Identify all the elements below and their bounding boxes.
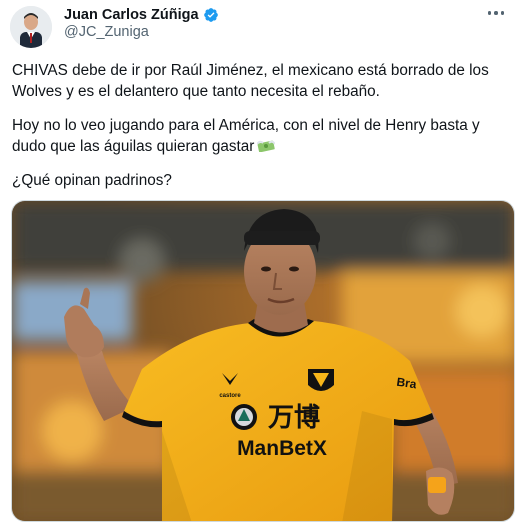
verified-badge-icon — [203, 8, 218, 22]
author-handle[interactable]: @JC_Zuniga — [64, 24, 149, 40]
tweet-media-photo[interactable]: castore 万博 ManBetX Bra — [11, 200, 515, 522]
money-with-wings-emoji — [257, 140, 276, 152]
sponsor-cn-label: 万博 — [268, 403, 320, 433]
author-avatar[interactable] — [10, 6, 52, 48]
tweet-paragraph-3: ¿Qué opinan padrinos? — [12, 172, 172, 189]
author-name-row: Juan Carlos Zúñiga — [64, 6, 219, 24]
sponsor-main-label: ManBetX — [237, 437, 327, 460]
more-options-icon[interactable] — [484, 4, 508, 22]
avatar-image — [10, 6, 52, 48]
tweet-line: Hoy no lo veo jugando para el América, c… — [12, 117, 480, 134]
tweet-paragraph-2: Hoy no lo veo jugando para el América, c… — [12, 115, 512, 157]
tweet-card: Juan Carlos Zúñiga @JC_Zuniga CHIVAS deb… — [0, 0, 522, 530]
tweet-line: CHIVAS debe de ir por Raúl Jiménez, el m… — [12, 62, 489, 79]
tweet-line: dudo que las águilas quieran gastar — [12, 138, 255, 155]
player-photo: castore 万博 ManBetX Bra — [12, 201, 514, 521]
tweet-line: Wolves y es el delantero que tanto neces… — [12, 83, 380, 100]
tweet-paragraph-1: CHIVAS debe de ir por Raúl Jiménez, el m… — [12, 60, 512, 102]
author-name[interactable]: Juan Carlos Zúñiga — [64, 7, 199, 23]
tweet-line-with-emoji: dudo que las águilas quieran gastar — [12, 136, 512, 157]
sleeve-sponsor-label: Bra — [396, 375, 418, 392]
kit-brand-label: castore — [219, 393, 241, 399]
